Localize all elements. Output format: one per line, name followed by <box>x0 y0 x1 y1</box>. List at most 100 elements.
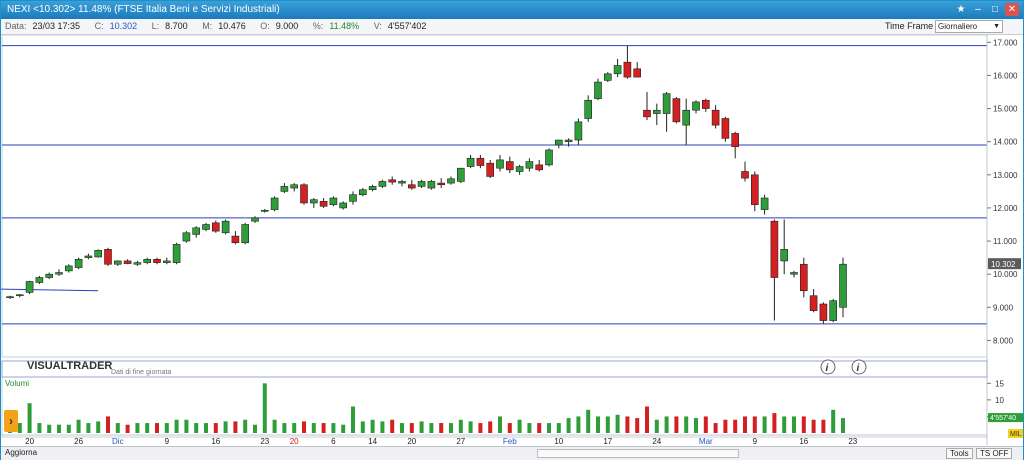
candle-body[interactable] <box>260 209 269 212</box>
candle-body[interactable] <box>799 263 808 292</box>
candle-body[interactable] <box>535 164 544 171</box>
favorite-star-icon[interactable]: ★ <box>954 3 968 16</box>
candle-body[interactable] <box>368 186 377 191</box>
candle-body[interactable] <box>545 149 553 166</box>
candle-body[interactable] <box>760 197 769 210</box>
candle-body[interactable] <box>378 181 387 187</box>
candle-body[interactable] <box>574 121 583 141</box>
candle-body[interactable] <box>427 181 436 189</box>
candle-body[interactable] <box>133 262 142 265</box>
candle-body[interactable] <box>339 202 348 209</box>
candle-body[interactable] <box>515 166 524 172</box>
candle-body[interactable] <box>25 281 34 293</box>
candle-body[interactable] <box>182 232 191 242</box>
candle-body[interactable] <box>153 258 161 263</box>
candle-body[interactable] <box>94 250 102 258</box>
candle-body[interactable] <box>770 220 779 278</box>
update-button[interactable]: Aggiorna <box>5 448 37 457</box>
candle-body[interactable] <box>780 249 789 262</box>
candle-body[interactable] <box>16 294 24 297</box>
candle-body[interactable] <box>212 222 220 232</box>
candle-body[interactable] <box>398 181 406 184</box>
candle-body[interactable] <box>790 272 798 275</box>
candle-body[interactable] <box>437 182 446 186</box>
candle-body[interactable] <box>682 109 691 126</box>
candle-body[interactable] <box>55 272 63 275</box>
candle-body[interactable] <box>476 157 485 166</box>
candle-body[interactable] <box>692 101 700 111</box>
candle-body[interactable] <box>594 81 602 99</box>
close-icon[interactable]: ✕ <box>1005 3 1019 16</box>
candle-body[interactable] <box>603 73 612 81</box>
candle-body[interactable] <box>221 220 230 234</box>
date-tick-label: 23 <box>848 437 857 445</box>
candle-body[interactable] <box>300 184 308 204</box>
candle-body[interactable] <box>358 189 367 195</box>
candle-body[interactable] <box>270 197 279 210</box>
maximize-icon[interactable]: □ <box>988 3 1002 16</box>
candle-body[interactable] <box>35 277 44 283</box>
candle-body[interactable] <box>623 61 632 78</box>
horizontal-scrollbar[interactable] <box>537 449 739 458</box>
candle-body[interactable] <box>329 197 338 205</box>
candle-body[interactable] <box>280 186 289 192</box>
candle-body[interactable] <box>711 109 720 126</box>
candle-body[interactable] <box>104 249 112 265</box>
candle-body[interactable] <box>65 265 73 272</box>
candle-body[interactable] <box>525 161 534 169</box>
timeframe-select[interactable]: Giornaliero ▼ <box>935 20 1003 33</box>
candle-body[interactable] <box>202 224 210 230</box>
candle-body[interactable] <box>643 109 651 118</box>
candle-body[interactable] <box>662 93 671 114</box>
candle-body[interactable] <box>172 244 181 263</box>
candle-body[interactable] <box>829 300 838 321</box>
candle-body[interactable] <box>114 260 122 265</box>
candle-body[interactable] <box>839 263 847 308</box>
candle-body[interactable] <box>505 161 514 171</box>
candle-body[interactable] <box>809 295 818 311</box>
candle-body[interactable] <box>564 139 573 142</box>
candle-body[interactable] <box>672 98 681 123</box>
candle-body[interactable] <box>74 258 83 268</box>
candle-body[interactable] <box>819 303 828 321</box>
candle-body[interactable] <box>349 194 357 202</box>
candle-body[interactable] <box>388 179 397 183</box>
candle-body[interactable] <box>123 260 132 264</box>
candle-body[interactable] <box>251 217 259 222</box>
candle-body[interactable] <box>456 167 465 182</box>
candle-body[interactable] <box>290 184 299 189</box>
info-icon[interactable]: i <box>851 359 867 375</box>
candle-body[interactable] <box>721 118 730 139</box>
candle-body[interactable] <box>731 133 740 147</box>
candle-body[interactable] <box>466 157 475 167</box>
candle-body[interactable] <box>241 224 249 244</box>
candle-body[interactable] <box>613 65 622 75</box>
ts-off-button[interactable]: TS OFF <box>976 448 1013 459</box>
info-icon[interactable]: i <box>820 359 836 375</box>
candle-body[interactable] <box>407 184 416 189</box>
candle-body[interactable] <box>192 227 200 235</box>
side-panel-toggle-button[interactable]: › <box>4 410 18 432</box>
candle-body[interactable] <box>652 109 661 114</box>
candle-body[interactable] <box>319 201 328 207</box>
candle-body[interactable] <box>6 296 14 299</box>
candle-body[interactable] <box>447 178 455 184</box>
candle-body[interactable] <box>163 260 171 263</box>
candle-body[interactable] <box>750 174 759 205</box>
candle-body[interactable] <box>84 255 93 258</box>
candle-body[interactable] <box>309 199 318 204</box>
minimize-icon[interactable]: – <box>971 3 985 16</box>
candle-body[interactable] <box>486 162 495 177</box>
candle-body[interactable] <box>554 139 563 146</box>
candle-body[interactable] <box>496 159 504 169</box>
candle-body[interactable] <box>143 258 151 263</box>
candlestick-chart[interactable]: 17.000 16.000 15.000 14.000 13.000 12.000 11.0… <box>1 35 1023 445</box>
candle-body[interactable] <box>231 235 240 244</box>
tools-button[interactable]: Tools <box>946 448 973 459</box>
candle-body[interactable] <box>633 68 642 78</box>
candle-body[interactable] <box>45 273 54 278</box>
candle-body[interactable] <box>741 171 749 179</box>
candle-body[interactable] <box>701 99 710 109</box>
candle-body[interactable] <box>417 181 426 187</box>
candle-body[interactable] <box>584 99 593 119</box>
